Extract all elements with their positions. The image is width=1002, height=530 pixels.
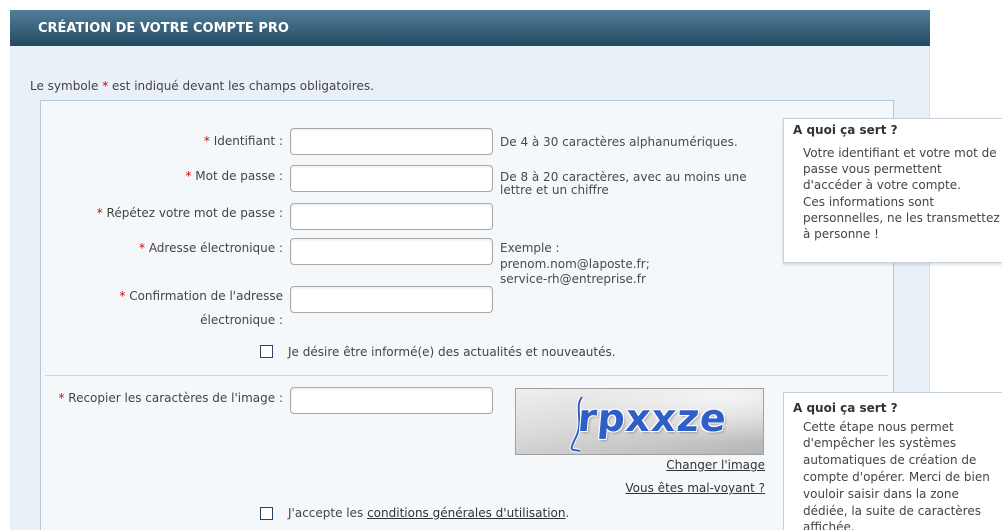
help-box-line: compte d'opérer. Merci de bien — [803, 469, 990, 484]
password-input[interactable] — [290, 165, 493, 192]
email-input[interactable] — [290, 238, 493, 265]
email-hint-line: service-rh@entreprise.fr — [500, 272, 646, 286]
email-label-text: Adresse électronique : — [148, 241, 283, 255]
help-box-line: dédiée, la suite de caractères — [803, 503, 981, 518]
captcha-label-text: Recopier les caractères de l'image : — [68, 391, 283, 405]
help-box-line: Cette étape nous permet — [803, 419, 954, 434]
identifiant-input[interactable] — [290, 128, 493, 155]
email-confirm-label-line: électronique : — [200, 313, 283, 327]
help-box-text: Cette étape nous permet d'empêcher les s… — [803, 419, 990, 530]
help-box-line: Votre identifiant et votre mot de — [803, 146, 997, 160]
identifiant-label: * Identifiant : — [41, 134, 283, 148]
visually-impaired-link[interactable]: Vous êtes mal-voyant ? — [625, 481, 765, 495]
change-image-link[interactable]: Changer l'image — [666, 458, 765, 472]
captcha-label: * Recopier les caractères de l'image : — [41, 391, 283, 405]
help-box-line: automatiques de création de — [803, 453, 977, 468]
password-confirm-input[interactable] — [290, 203, 493, 230]
help-box-line: d'empêcher les systèmes — [803, 436, 957, 451]
email-hint: Exemple : prenom.nom@laposte.fr; service… — [500, 241, 650, 288]
password-hint: De 8 à 20 caractères, avec au moins une … — [500, 171, 747, 197]
required-fields-note: Le symbole * est indiqué devant les cham… — [30, 79, 374, 93]
identifiant-label-text: Identifiant : — [213, 134, 283, 148]
newsletter-checkbox[interactable] — [260, 345, 273, 358]
terms-text-before: J'accepte les — [288, 506, 368, 520]
help-box-identifiant: A quoi ça sert ? Votre identifiant et vo… — [783, 118, 1002, 263]
password-confirm-label: * Répétez votre mot de passe : — [41, 206, 283, 220]
email-confirm-input[interactable] — [290, 286, 493, 313]
help-box-line: Ces informations sont — [803, 194, 935, 209]
page-title: CRÉATION DE VOTRE COMPTE PRO — [38, 21, 289, 36]
password-confirm-label-text: Répétez votre mot de passe : — [106, 206, 283, 220]
help-box-title: A quoi ça sert ? — [793, 123, 898, 137]
email-hint-line: Exemple : — [500, 241, 560, 255]
help-box-line: à personne ! — [803, 227, 879, 242]
password-hint-line: lettre et un chiffre — [500, 183, 609, 197]
captcha-characters: rpxxze — [576, 396, 729, 440]
account-form: * Identifiant : De 4 à 30 caractères alp… — [40, 100, 894, 530]
change-image-row: Changer l'image — [515, 458, 765, 472]
email-hint-line: prenom.nom@laposte.fr; — [500, 256, 650, 271]
required-asterisk: * — [58, 391, 65, 405]
page: CRÉATION DE VOTRE COMPTE PRO Le symbole … — [0, 0, 1002, 530]
required-asterisk: * — [96, 206, 103, 220]
terms-label: J'accepte les conditions générales d'uti… — [288, 506, 569, 520]
required-asterisk: * — [185, 169, 192, 183]
help-box-line: personnelles, ne les transmettez — [803, 210, 1000, 225]
required-asterisk: * — [203, 134, 210, 148]
email-confirm-label-text: Confirmation de l'adresse — [129, 289, 283, 303]
email-confirm-label-line: * Confirmation de l'adresse — [41, 284, 283, 308]
required-asterisk: * — [119, 289, 126, 303]
help-box-captcha: A quoi ça sert ? Cette étape nous permet… — [783, 392, 1002, 530]
required-asterisk: * — [138, 241, 145, 255]
page-header: CRÉATION DE VOTRE COMPTE PRO — [10, 10, 930, 46]
captcha-input[interactable] — [290, 387, 493, 414]
help-box-line: vouloir saisir dans la zone — [803, 486, 959, 501]
identifiant-hint: De 4 à 30 caractères alphanumériques. — [500, 135, 738, 149]
terms-checkbox[interactable] — [260, 507, 273, 520]
captcha-image: rpxxze — [515, 388, 764, 455]
help-box-text: Votre identifiant et votre mot de passe … — [803, 145, 1000, 242]
help-box-line: d'accéder à votre compte. — [803, 178, 961, 193]
password-label: * Mot de passe : — [41, 169, 283, 183]
terms-link[interactable]: conditions générales d'utilisation — [367, 506, 565, 520]
note-text-after: est indiqué devant les champs obligatoir… — [108, 79, 374, 93]
email-label: * Adresse électronique : — [41, 241, 283, 255]
help-box-line: affichée. — [803, 520, 855, 530]
newsletter-label: Je désire être informé(e) des actualités… — [288, 345, 616, 359]
section-divider — [45, 375, 888, 376]
email-confirm-label: * Confirmation de l'adresse électronique… — [41, 284, 283, 332]
help-box-title: A quoi ça sert ? — [793, 401, 898, 415]
visually-impaired-row: Vous êtes mal-voyant ? — [515, 481, 765, 495]
note-text-before: Le symbole — [30, 79, 103, 93]
terms-text-after: . — [565, 506, 570, 520]
password-label-text: Mot de passe : — [195, 169, 283, 183]
help-box-line: passe vous permettent — [803, 162, 942, 177]
